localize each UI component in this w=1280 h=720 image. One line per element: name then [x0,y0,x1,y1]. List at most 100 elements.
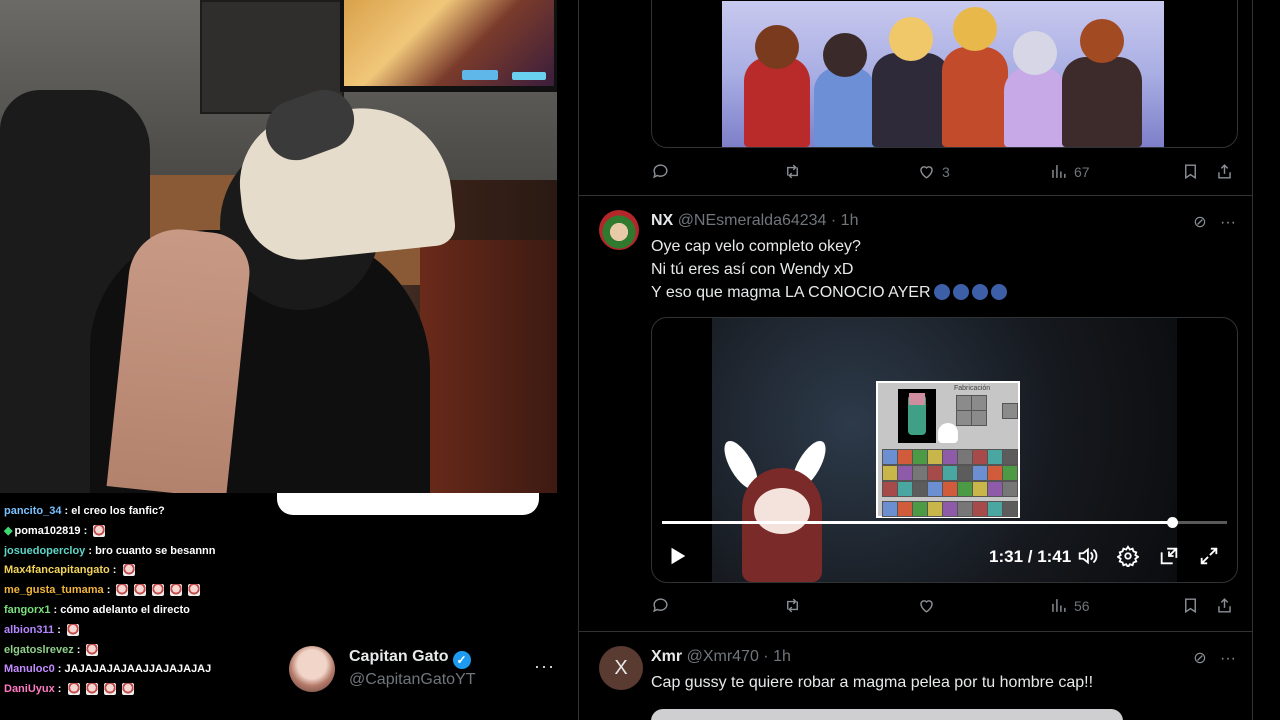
tweet-image[interactable] [651,0,1238,148]
inventory-slot [927,481,943,497]
reply-button[interactable] [651,160,676,184]
video-progress-knob[interactable] [1166,517,1178,528]
chat-username[interactable]: Max4fancapitangato [4,564,110,576]
chat-message: albion311 : [4,622,82,638]
speaking-head-icon [933,284,950,300]
tweet-card[interactable]: X Xmr @Xmr470 · 1h ⊘ ··· Cap gussy te qu… [579,632,1252,720]
video-progress-bar[interactable] [662,517,1227,528]
inventory-slot [897,481,913,497]
volume-button[interactable] [1076,544,1098,570]
share-button[interactable] [1215,594,1234,618]
bookmark-button[interactable] [1181,160,1200,184]
author-handle[interactable]: @Xmr470 [687,648,759,665]
inventory-slot [942,465,958,481]
minecraft-inventory: Fabricación [876,381,1020,518]
character [942,7,1008,147]
tweet-feed[interactable]: 3 67 NX @NEsmeralda64234 · 1h ⊘ ··· Oye … [578,0,1253,720]
game-hud [462,70,498,80]
emote-icon [85,683,98,696]
like-button[interactable] [917,594,942,618]
views-button[interactable]: 67 [1049,160,1090,184]
repost-button[interactable] [783,594,808,618]
emote-icon [66,623,79,636]
chat-username[interactable]: pancito_34 [4,505,61,517]
chat-username[interactable]: DaniUyux [4,683,55,695]
character [872,17,950,147]
chat-username[interactable]: elgatoslrevez [4,644,74,656]
chat-username[interactable]: albion311 [4,624,54,636]
emote-icon [93,524,106,537]
curtain [420,240,557,493]
chat-message: pancito_34 : el creo los fanfic? [4,503,165,519]
emote-icon [152,584,165,597]
fullscreen-button[interactable] [1198,544,1220,570]
chat-separator: : [61,505,72,517]
inventory-slot [972,465,988,481]
more-options-icon[interactable]: ··· [1220,214,1236,231]
tweet-line: Oye cap velo completo okey? [651,238,861,255]
inventory-slot [897,501,913,517]
more-options-icon[interactable]: ··· [1220,650,1236,667]
repost-button[interactable] [783,160,808,184]
share-button[interactable] [1215,160,1234,184]
inventory-slot [972,449,988,465]
author-handle[interactable]: @NEsmeralda64234 [678,212,827,229]
inventory-slot [987,449,1003,465]
emote-icon [67,683,80,696]
grok-icon[interactable]: ⊘ [1193,650,1206,667]
chat-message: ◆ poma102819 : [4,523,108,539]
grok-icon[interactable]: ⊘ [1193,214,1206,231]
settings-button[interactable] [1116,544,1140,570]
profile-card[interactable]: Capitan Gato ✓ @CapitanGatoYT ··· [289,646,559,694]
views-icon [1052,165,1066,178]
inventory-slot [957,501,973,517]
emote-icon [121,683,134,696]
heart-icon [920,166,933,179]
picture-in-picture-icon [1160,547,1178,565]
views-button[interactable]: 56 [1049,594,1090,618]
inventory-slot [942,449,958,465]
chat-username[interactable]: fangorx1 [4,604,50,616]
chat-message: elgatoslrevez : [4,642,101,658]
inventory-slot [882,449,898,465]
tweet-card[interactable]: 3 67 [579,0,1252,196]
video-player[interactable]: Fabricación 1:31 / 1:41 [651,317,1238,583]
author-name[interactable]: Xmr [651,648,682,665]
more-options-icon[interactable]: ··· [534,656,555,677]
emote-icon [86,643,99,656]
play-button[interactable] [666,544,688,570]
tweet-header: Xmr @Xmr470 · 1h [651,648,791,666]
inventory-slot [882,465,898,481]
avatar[interactable] [289,646,335,692]
chat-text: bro cuanto se besannn [95,544,216,557]
character [1062,19,1142,147]
tweet-header: NX @NEsmeralda64234 · 1h [651,212,858,230]
bookmark-button[interactable] [1181,594,1200,618]
chat-username[interactable]: poma102819 [14,525,80,537]
tweet-time[interactable]: · 1h [763,648,791,665]
chat-username[interactable]: Manuloc0 [4,663,55,675]
crafting-slot [956,395,972,411]
inventory-slot [897,449,913,465]
inventory-slot [987,465,1003,481]
reply-button[interactable] [651,594,676,618]
tweet-actions: 3 67 [651,160,1241,184]
pip-button[interactable] [1158,544,1180,570]
crafting-slot [971,395,987,411]
chat-message: Max4fancapitangato : [4,562,138,578]
avatar[interactable]: X [599,646,643,690]
inventory-slot [927,465,943,481]
tweet-image-preview[interactable] [651,709,1123,720]
tweet-time[interactable]: · 1h [831,212,859,229]
author-name[interactable]: NX [651,212,673,229]
avatar[interactable] [599,210,639,250]
chat-text: el creo los fanfic? [71,505,165,517]
emote-icon [134,584,147,597]
player-preview [898,389,936,443]
chat-separator: : [54,683,65,696]
chat-username[interactable]: josuedopercloy [4,545,85,557]
video-time: 1:31 / 1:41 [989,547,1072,566]
like-button[interactable]: 3 [917,160,950,184]
chat-separator: : [109,564,120,577]
chat-username[interactable]: me_gusta_tumama [4,584,104,596]
